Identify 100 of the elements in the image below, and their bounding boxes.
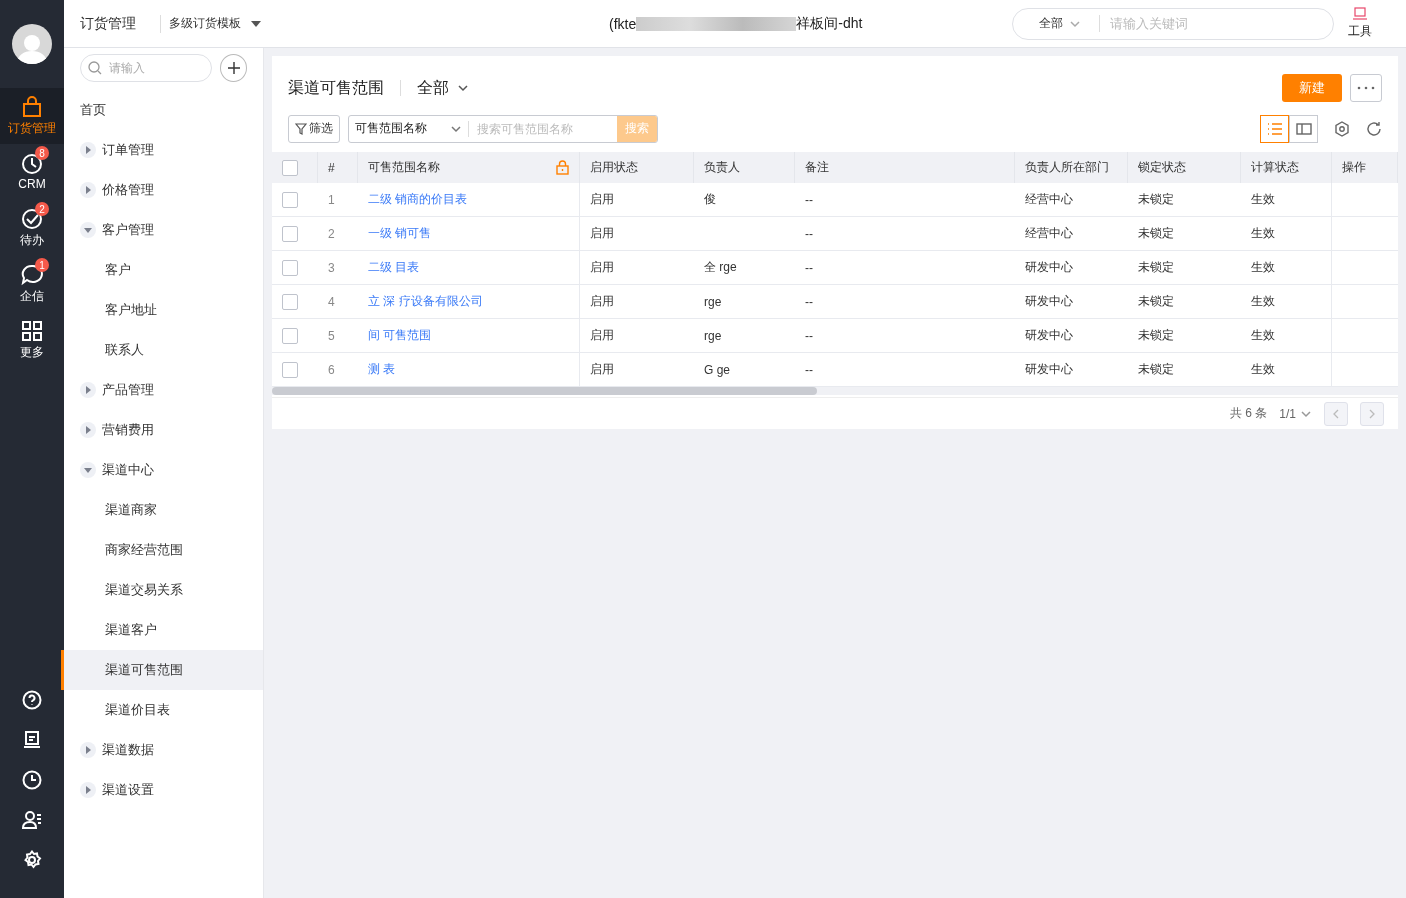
row-checkbox[interactable] bbox=[282, 327, 298, 344]
nav-group[interactable]: 渠道数据 bbox=[61, 730, 263, 770]
ellipsis-icon bbox=[1357, 86, 1375, 90]
split-view-button[interactable] bbox=[1289, 114, 1318, 143]
lock-icon bbox=[556, 160, 569, 175]
tool-button[interactable]: 工具 bbox=[1348, 7, 1373, 40]
nav-item[interactable]: 首页 bbox=[61, 90, 263, 130]
row-checkbox[interactable] bbox=[282, 225, 298, 242]
table-cell: 未锁定 bbox=[1138, 293, 1174, 310]
help-icon[interactable] bbox=[22, 690, 42, 710]
nav-group[interactable]: 产品管理 bbox=[61, 370, 263, 410]
chevron-down-icon bbox=[457, 82, 469, 94]
table-cell: 经营中心 bbox=[1025, 225, 1073, 242]
expand-caret-icon[interactable] bbox=[80, 422, 96, 438]
table-cell: 未锁定 bbox=[1138, 259, 1174, 276]
column-header: 计算状态 bbox=[1251, 159, 1299, 176]
rail-item[interactable]: 订货管理 bbox=[0, 88, 64, 144]
grid-icon bbox=[21, 319, 43, 342]
clock-icon[interactable] bbox=[22, 770, 42, 790]
scope-name-link[interactable]: 二级 销商的价目表 bbox=[368, 191, 468, 208]
scope-name-link[interactable]: 立 深 疗设备有限公司 bbox=[368, 293, 483, 310]
nav-item[interactable]: 渠道客户 bbox=[61, 610, 263, 650]
table-cell: 6 bbox=[328, 362, 335, 377]
nav-group[interactable]: 价格管理 bbox=[61, 170, 263, 210]
chevron-left-icon bbox=[1332, 408, 1340, 419]
table-cell: 未锁定 bbox=[1138, 191, 1174, 208]
nav-group[interactable]: 营销费用 bbox=[61, 410, 263, 450]
column-header: 可售范围名称 bbox=[368, 159, 440, 176]
row-checkbox[interactable] bbox=[282, 191, 298, 208]
expand-caret-icon[interactable] bbox=[80, 382, 96, 398]
nav-item[interactable]: 客户 bbox=[61, 250, 263, 290]
scope-name-link[interactable]: 二级 目表 bbox=[368, 259, 420, 276]
add-button[interactable] bbox=[220, 54, 247, 82]
refresh-icon[interactable] bbox=[1366, 120, 1382, 137]
nav-group-label: 渠道设置 bbox=[102, 781, 154, 799]
rail-label: 待办 bbox=[20, 231, 44, 249]
rail-item[interactable]: 1 企信 bbox=[0, 256, 64, 312]
bag-icon bbox=[21, 95, 43, 118]
rail-item[interactable]: 8 CRM bbox=[0, 144, 64, 200]
scope-name-link[interactable]: 间 可售范围 bbox=[368, 327, 432, 344]
count-badge: 2 bbox=[35, 202, 49, 216]
table-cell: -- bbox=[805, 192, 813, 207]
rail-item[interactable]: 更多 bbox=[0, 312, 64, 368]
template-dropdown[interactable]: 多级订货模板 bbox=[169, 15, 261, 32]
table-cell: 生效 bbox=[1251, 259, 1275, 276]
table-cell: -- bbox=[805, 362, 813, 377]
page-selector[interactable]: 1/1 bbox=[1279, 406, 1312, 421]
settings-icon[interactable] bbox=[22, 850, 42, 870]
avatar[interactable] bbox=[12, 24, 52, 64]
table-cell: 生效 bbox=[1251, 225, 1275, 242]
nav-item[interactable]: 联系人 bbox=[61, 330, 263, 370]
select-all-checkbox[interactable] bbox=[282, 159, 298, 176]
horizontal-scrollbar[interactable] bbox=[272, 387, 817, 395]
table-cell: 未锁定 bbox=[1138, 327, 1174, 344]
table-cell: 经营中心 bbox=[1025, 191, 1073, 208]
table-cell: rge bbox=[704, 294, 722, 309]
expand-caret-icon[interactable] bbox=[80, 742, 96, 758]
nav-group-label: 营销费用 bbox=[102, 421, 154, 439]
column-header: 负责人 bbox=[704, 159, 740, 176]
nav-group[interactable]: 渠道设置 bbox=[61, 770, 263, 810]
scope-name-link[interactable]: 一级 销可售 bbox=[368, 225, 432, 242]
window-title: 祥板间-dht bbox=[796, 14, 863, 33]
table-cell: 全 rge bbox=[704, 259, 737, 276]
nav-group[interactable]: 渠道中心 bbox=[61, 450, 263, 490]
search-field[interactable]: 请输入 bbox=[80, 54, 212, 82]
row-checkbox[interactable] bbox=[282, 293, 298, 310]
view-dropdown[interactable]: 全部 bbox=[417, 77, 469, 99]
expand-caret-icon[interactable] bbox=[80, 782, 96, 798]
expand-caret-icon[interactable] bbox=[80, 182, 96, 198]
nav-item[interactable]: 商家经营范围 bbox=[61, 530, 263, 570]
table-cell: -- bbox=[805, 260, 813, 275]
nav-group[interactable]: 客户管理 bbox=[61, 210, 263, 250]
rail-item[interactable]: 2 待办 bbox=[0, 200, 64, 256]
row-checkbox[interactable] bbox=[282, 259, 298, 276]
contacts-icon[interactable] bbox=[22, 810, 42, 830]
collapse-caret-icon[interactable] bbox=[80, 462, 96, 478]
document-icon[interactable] bbox=[22, 730, 42, 750]
collapse-caret-icon[interactable] bbox=[80, 222, 96, 238]
table-cell: 启用 bbox=[590, 327, 614, 344]
column-header: 负责人所在部门 bbox=[1025, 159, 1109, 176]
expand-caret-icon[interactable] bbox=[80, 142, 96, 158]
count-badge: 1 bbox=[35, 258, 49, 272]
filter-button[interactable]: 筛选 bbox=[288, 114, 340, 143]
nav-item[interactable]: 渠道可售范围 bbox=[61, 650, 263, 690]
nav-item[interactable]: 渠道价目表 bbox=[61, 690, 263, 730]
scope-name-link[interactable]: 测 表 bbox=[368, 361, 396, 378]
nav-item[interactable]: 渠道商家 bbox=[61, 490, 263, 530]
row-checkbox[interactable] bbox=[282, 361, 298, 378]
nav-group[interactable]: 订单管理 bbox=[61, 130, 263, 170]
table-cell: 2 bbox=[328, 226, 335, 241]
nav-group-label: 客户管理 bbox=[102, 221, 154, 239]
table-cell: 3 bbox=[328, 260, 335, 275]
nav-item[interactable]: 渠道交易关系 bbox=[61, 570, 263, 610]
nav-item[interactable]: 客户地址 bbox=[61, 290, 263, 330]
table-cell: 生效 bbox=[1251, 327, 1275, 344]
search-field[interactable]: 可售范围名称 搜索可售范围名称 搜索 bbox=[348, 114, 658, 143]
list-view-button[interactable] bbox=[1260, 114, 1289, 143]
list-icon bbox=[1266, 122, 1283, 135]
plus-icon bbox=[226, 61, 241, 75]
scope-dropdown[interactable]: 全部 bbox=[1039, 15, 1101, 32]
